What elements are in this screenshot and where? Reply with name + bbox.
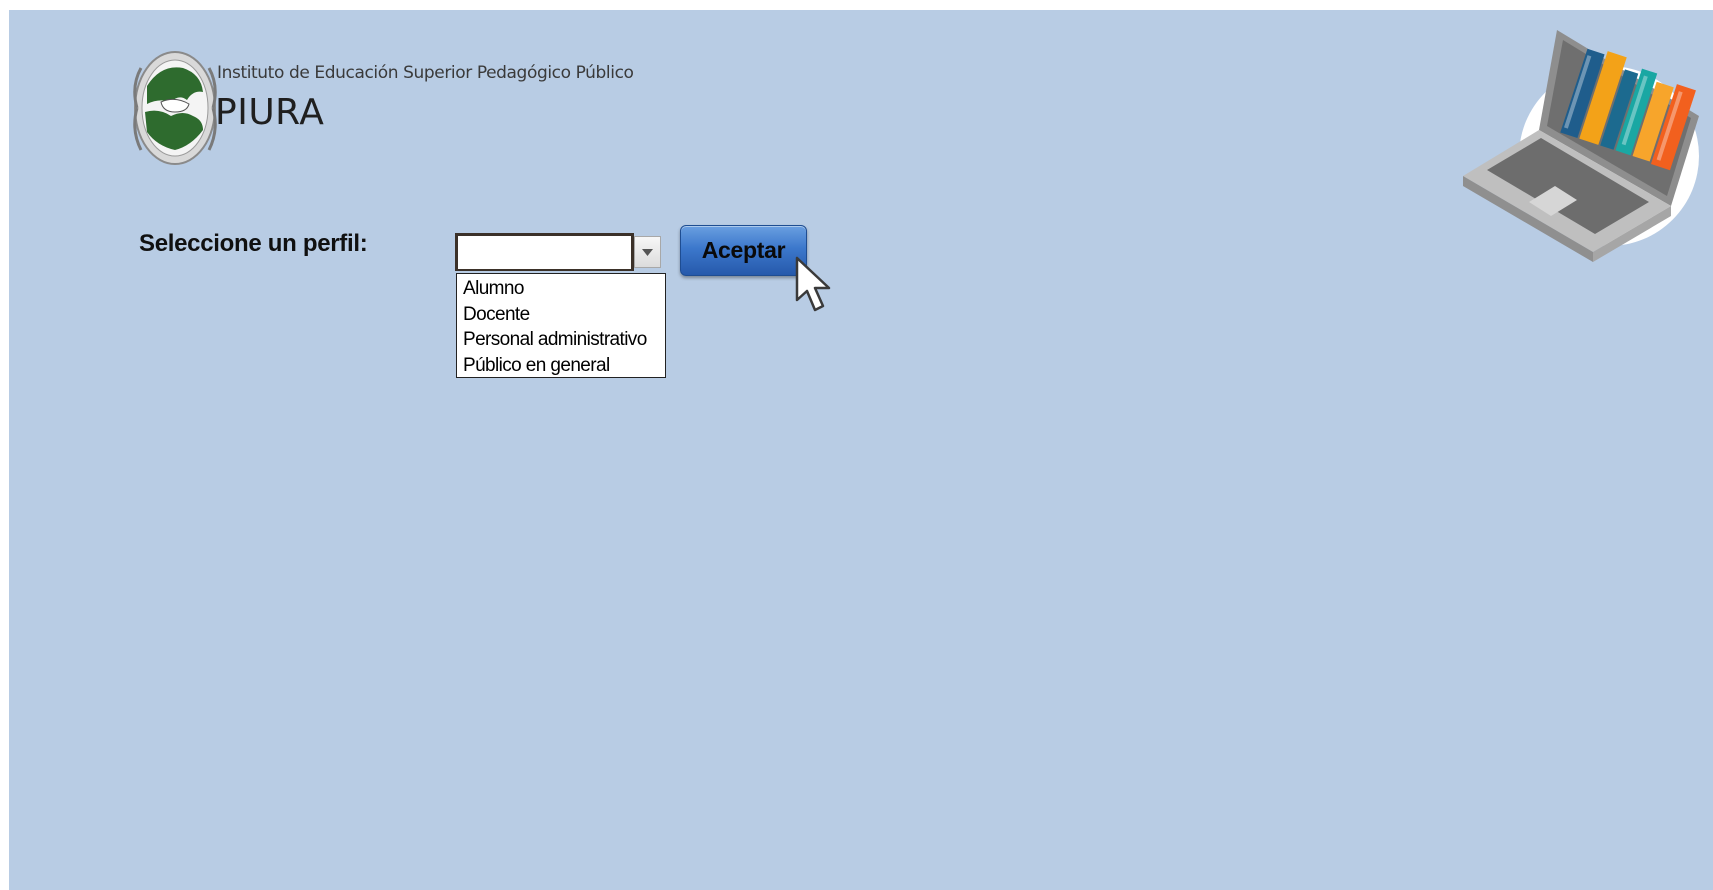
- profile-label: Seleccione un perfil:: [139, 230, 368, 257]
- profile-select[interactable]: [455, 233, 662, 273]
- main-canvas: Instituto de Educación Superior Pedagógi…: [9, 10, 1713, 890]
- profile-dropdown-list: Alumno Docente Personal administrativo P…: [456, 273, 666, 378]
- dropdown-option-alumno[interactable]: Alumno: [457, 276, 665, 302]
- institution-name: Instituto de Educación Superior Pedagógi…: [217, 63, 634, 83]
- profile-select-field[interactable]: [455, 233, 634, 271]
- dropdown-option-publico-en-general[interactable]: Público en general: [457, 353, 665, 379]
- mouse-pointer-icon: [795, 256, 831, 312]
- dropdown-toggle-button[interactable]: [634, 236, 661, 268]
- accept-button[interactable]: Aceptar: [680, 225, 807, 276]
- laptop-books-icon: [1463, 30, 1699, 262]
- institution-seal-icon: [133, 51, 217, 165]
- institution-city: PIURA: [215, 92, 325, 133]
- chevron-down-icon: [642, 248, 653, 256]
- dropdown-option-personal-administrativo[interactable]: Personal administrativo: [457, 327, 665, 353]
- dropdown-option-docente[interactable]: Docente: [457, 302, 665, 328]
